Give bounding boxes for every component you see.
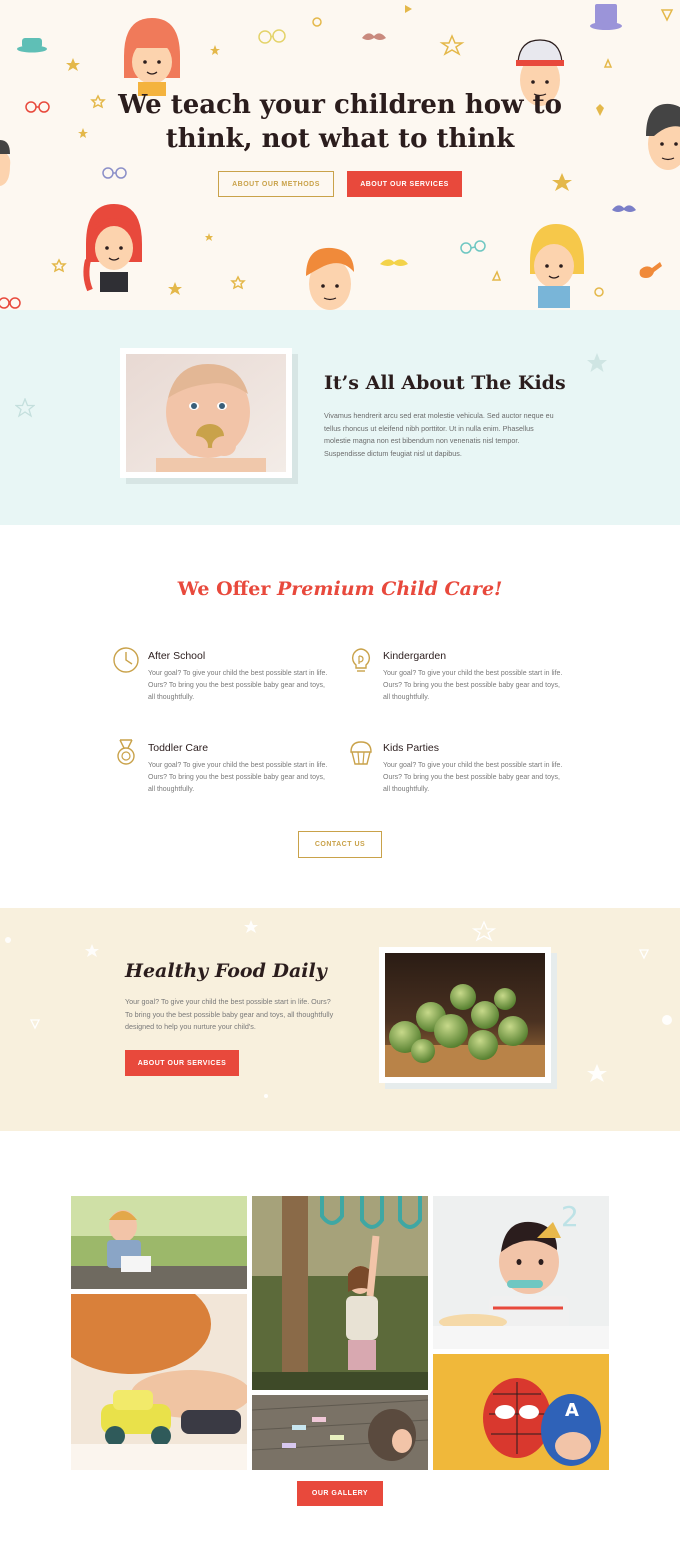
blonde-girl-face-icon xyxy=(530,224,584,308)
hero-title-bold: think xyxy=(165,124,244,154)
kids-description: Vivamus hendrerit arcu sed erat molestie… xyxy=(324,411,554,458)
food-title-italic: Daily xyxy=(265,960,327,982)
gallery-photo-baby-eating[interactable]: 2 xyxy=(433,1196,609,1349)
kids-title-light: It’s All About xyxy=(324,372,472,394)
service-title: Toddler Care xyxy=(148,742,209,754)
about-methods-button[interactable]: About our methods xyxy=(218,171,334,197)
hero-title-bold: how to xyxy=(464,90,562,120)
our-gallery-button[interactable]: Our gallery xyxy=(297,1481,383,1506)
about-services-button[interactable]: About our services xyxy=(347,171,462,197)
contact-us-button[interactable]: Contact us xyxy=(298,831,382,858)
star-icon xyxy=(15,398,35,418)
gallery-photo-boy-reading[interactable] xyxy=(71,1196,247,1289)
offer-title-italic: Premium Child Care! xyxy=(270,578,503,600)
service-text: Your goal? To give your child the best p… xyxy=(148,670,328,701)
service-text: Your goal? To give your child the best p… xyxy=(148,762,328,793)
kids-title-bold: The Kids xyxy=(471,372,566,394)
red-hair-girl-face-icon xyxy=(83,204,142,292)
lightbulb-icon xyxy=(351,648,371,672)
clock-icon xyxy=(113,647,139,673)
boy-dark-hair-face-icon xyxy=(646,103,680,170)
food-title-bold: Healthy Food xyxy=(125,960,266,982)
gallery-photo-girl-climbing[interactable] xyxy=(252,1196,428,1390)
cupcake-icon xyxy=(350,741,372,765)
boy-partial-face-icon xyxy=(0,140,11,186)
hero-title-part: We teach your children xyxy=(118,90,465,120)
hero-title-part: , not what to think xyxy=(243,124,515,154)
hero-section: We teach your children how to think, not… xyxy=(0,0,680,310)
service-text: Your goal? To give your child the best p… xyxy=(383,670,563,701)
medal-icon xyxy=(117,739,135,765)
girl-face-icon xyxy=(124,18,180,96)
baby-photo xyxy=(126,354,286,472)
food-decorations xyxy=(5,920,672,1098)
svg-text:A: A xyxy=(565,1400,579,1421)
food-description: Your goal? To give your child the best p… xyxy=(125,997,334,1031)
svg-text:2: 2 xyxy=(561,1200,579,1233)
food-photo-frame xyxy=(379,947,551,1083)
service-title: After School xyxy=(148,650,206,662)
kids-title: It’s All About The Kids xyxy=(324,372,566,394)
service-title: Kids Parties xyxy=(383,742,440,754)
food-about-services-button[interactable]: About our services xyxy=(125,1050,239,1076)
brussels-sprouts-photo xyxy=(385,953,545,1077)
gallery-photo-chalk[interactable] xyxy=(252,1395,428,1470)
service-text: Your goal? To give your child the best p… xyxy=(383,762,563,793)
baby-photo-frame xyxy=(120,348,292,478)
gallery-photo-superhero-kids[interactable]: A xyxy=(433,1354,609,1470)
gallery-photo-toy-car[interactable] xyxy=(71,1294,247,1470)
kids-section: It’s All About The Kids Vivamus hendreri… xyxy=(0,310,680,525)
offer-title-bold: We Offer xyxy=(177,578,271,600)
food-title: Healthy Food Daily xyxy=(125,960,327,982)
orange-hair-boy-face-icon xyxy=(306,247,354,310)
service-title: Kindergarden xyxy=(383,650,447,662)
hero-title: We teach your children how to think, not… xyxy=(100,88,580,156)
healthy-food-section: Healthy Food Daily Your goal? To give yo… xyxy=(0,908,680,1131)
star-icon xyxy=(587,353,607,372)
offer-title: We Offer Premium Child Care! xyxy=(0,578,680,600)
